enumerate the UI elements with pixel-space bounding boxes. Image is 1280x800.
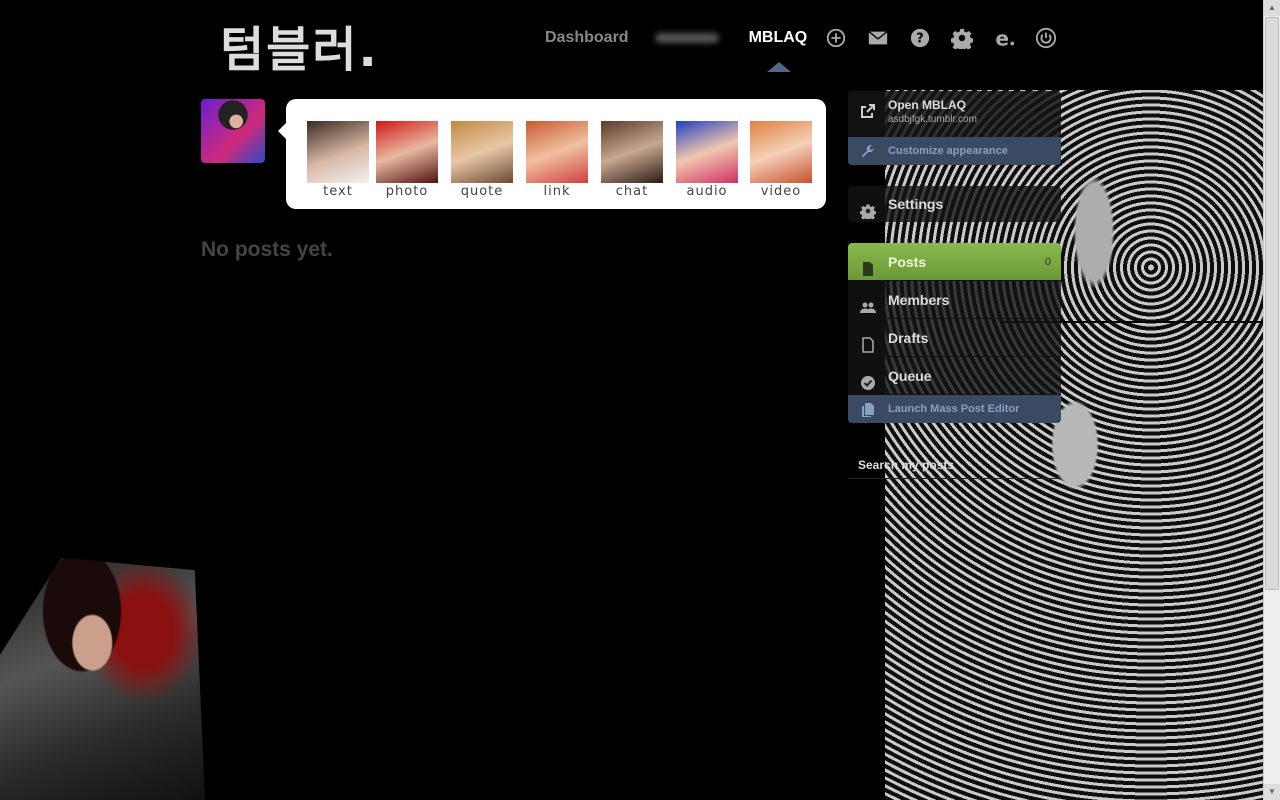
documents-icon: [860, 401, 876, 417]
menu-item-label: Drafts: [888, 330, 929, 346]
post-type-photo[interactable]: photo: [375, 121, 439, 199]
open-blog-link[interactable]: Open MBLAQ asdbjfgk.tumblr.com: [848, 91, 1061, 137]
top-nav: Dashboard MBLAQ ? e: [545, 24, 1077, 52]
menu-item-label: Members: [888, 292, 950, 308]
mail-icon[interactable]: [867, 27, 889, 49]
search-posts-input[interactable]: [848, 451, 1061, 479]
menu-item-drafts[interactable]: Drafts: [848, 319, 1061, 357]
open-blog-title: Open MBLAQ: [888, 98, 966, 112]
customize-appearance-button[interactable]: Customize appearance: [848, 137, 1061, 165]
menu-item-queue[interactable]: Queue: [848, 357, 1061, 395]
post-type-thumbnail: [307, 121, 369, 183]
menu-item-posts[interactable]: Posts 0: [848, 243, 1061, 281]
blog-url: asdbjfgk.tumblr.com: [888, 114, 977, 125]
mass-post-editor-button[interactable]: Launch Mass Post Editor: [848, 395, 1061, 423]
mass-editor-label: Launch Mass Post Editor: [888, 403, 1020, 415]
nav-active-caret: [767, 62, 791, 72]
post-type-thumbnail: [750, 121, 812, 183]
post-type-text[interactable]: text: [306, 121, 370, 199]
svg-text:?: ?: [917, 32, 924, 47]
e-icon[interactable]: e: [993, 27, 1015, 49]
post-type-audio[interactable]: audio: [675, 121, 739, 199]
blog-menu: Posts 0 Members Drafts Queue Launch Mass…: [848, 243, 1061, 423]
scroll-thumb[interactable]: [1265, 17, 1279, 590]
settings-label: Settings: [888, 196, 944, 212]
post-type-thumbnail: [451, 121, 513, 183]
post-type-thumbnail: [526, 121, 588, 183]
post-type-bar: text photo quote link chat audio video: [278, 99, 826, 209]
post-type-chat[interactable]: chat: [600, 121, 664, 199]
post-type-thumbnail: [376, 121, 438, 183]
menu-item-label: Posts: [888, 254, 927, 270]
gear-icon: [859, 196, 877, 222]
post-type-quote[interactable]: quote: [450, 121, 514, 199]
external-link-icon: [860, 103, 876, 119]
post-type-video[interactable]: video: [749, 121, 813, 199]
nav-blog-name[interactable]: MBLAQ: [749, 29, 808, 47]
help-icon[interactable]: ?: [909, 27, 931, 49]
nav-dashboard[interactable]: Dashboard: [545, 29, 629, 47]
right-sidebar: Open MBLAQ asdbjfgk.tumblr.com Customize…: [848, 91, 1061, 479]
gear-icon[interactable]: [951, 27, 974, 49]
post-type-link[interactable]: link: [525, 121, 589, 199]
settings-button[interactable]: Settings: [848, 186, 1061, 222]
post-type-label: link: [543, 184, 571, 199]
background-photo-left: [0, 558, 205, 800]
menu-item-members[interactable]: Members: [848, 281, 1061, 319]
post-type-label: video: [760, 184, 802, 199]
draft-document-icon: [860, 329, 876, 353]
blog-controls: Open MBLAQ asdbjfgk.tumblr.com Customize…: [848, 91, 1061, 165]
scroll-up-arrow-icon[interactable]: ▲: [1264, 0, 1280, 16]
nav-blurred-item[interactable]: [654, 33, 719, 43]
vertical-scrollbar[interactable]: ▲ ▼: [1263, 0, 1280, 800]
post-type-label: audio: [686, 184, 728, 199]
wrench-icon: [860, 143, 876, 159]
document-icon: [860, 253, 876, 276]
posts-count: 0: [1044, 256, 1051, 268]
svg-text:e: e: [996, 27, 1010, 49]
plus-circle-icon[interactable]: [825, 27, 847, 49]
power-icon[interactable]: [1035, 27, 1057, 49]
scroll-down-arrow-icon[interactable]: ▼: [1264, 784, 1280, 800]
avatar[interactable]: [201, 99, 265, 163]
members-icon: [860, 291, 876, 313]
post-type-label: photo: [385, 184, 429, 199]
post-type-thumbnail: [601, 121, 663, 183]
post-type-label: text: [323, 184, 353, 199]
customize-label: Customize appearance: [888, 145, 1008, 157]
empty-posts-message: No posts yet.: [201, 238, 333, 261]
checkmark-circle-icon: [860, 367, 876, 390]
menu-item-label: Queue: [888, 368, 932, 384]
logo[interactable]: 텀블러.: [220, 10, 379, 80]
post-type-label: chat: [615, 184, 649, 199]
post-type-thumbnail: [676, 121, 738, 183]
post-type-label: quote: [460, 184, 504, 199]
